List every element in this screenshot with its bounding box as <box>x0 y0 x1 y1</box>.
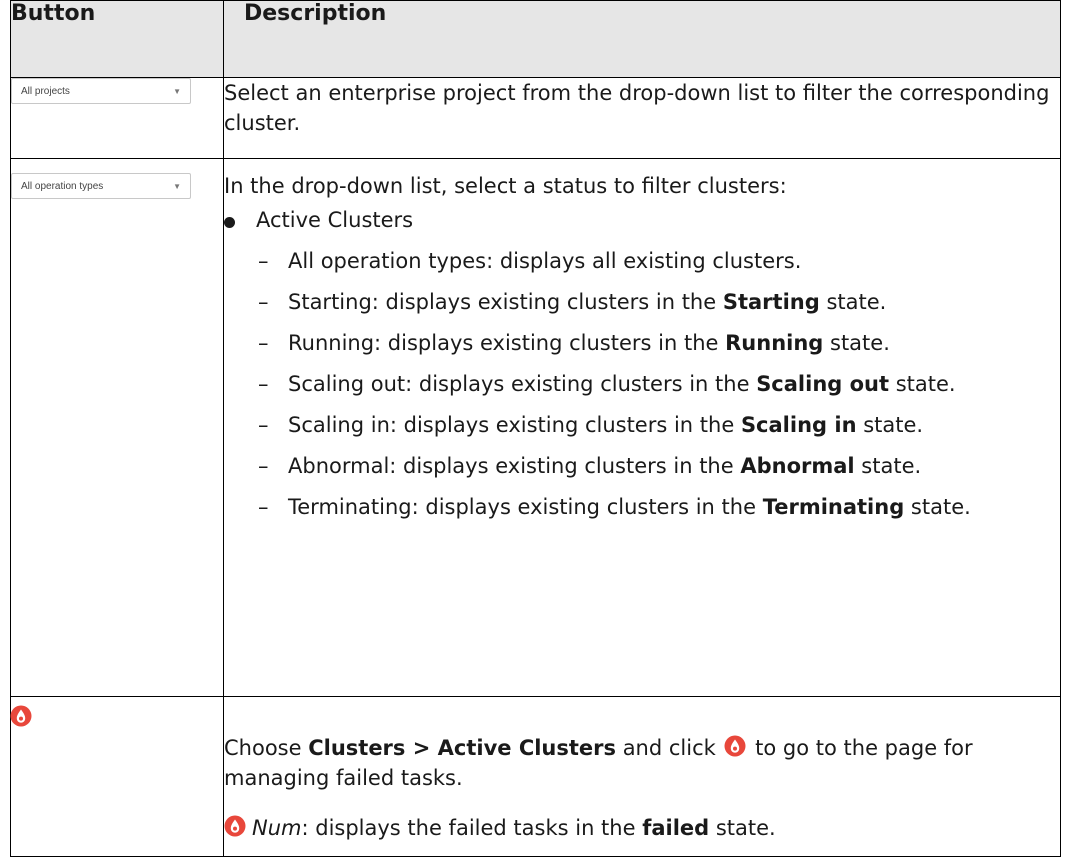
chevron-down-icon: ▼ <box>173 86 181 96</box>
text-segment: Starting: displays existing clusters in … <box>288 290 723 314</box>
description-line-1: Choose Clusters > Active Clusters and cl… <box>224 733 1060 793</box>
status-item: – Starting: displays existing clusters in… <box>256 287 1060 317</box>
dash-marker: – <box>258 331 269 355</box>
text-segment: : displays the failed tasks in the <box>301 816 643 840</box>
group-label: Active Clusters <box>256 208 414 232</box>
text-segment: state. <box>889 372 956 396</box>
status-group-list: Active Clusters – All operation types: di… <box>224 205 1060 522</box>
header-description: Description <box>223 0 1061 78</box>
text-segment: state. <box>904 495 971 519</box>
description-text: Select an enterprise project from the dr… <box>224 81 1050 135</box>
failed-task-icon <box>724 735 746 757</box>
table-row: All projects ▼ Select an enterprise proj… <box>10 77 1061 159</box>
project-filter-value: All projects <box>21 85 70 97</box>
text-segment: state. <box>856 413 924 437</box>
failed-task-icon <box>224 815 246 837</box>
failed-task-icon[interactable] <box>10 705 32 727</box>
text-segment: Scaling in: displays existing clusters i… <box>288 413 741 437</box>
text-segment: Choose <box>224 736 309 760</box>
button-cell: All operation types ▼ <box>10 158 224 697</box>
text-segment: state. <box>854 454 922 478</box>
text-segment: state. <box>819 290 887 314</box>
status-name: Starting <box>722 290 820 314</box>
menu-path: Clusters > Active Clusters <box>308 736 617 760</box>
bullet-icon <box>224 217 235 228</box>
dash-marker: – <box>258 290 269 314</box>
text-segment: state. <box>823 331 890 355</box>
text-segment: Terminating: displays existing clusters … <box>288 495 763 519</box>
text-segment: Scaling out: displays existing clusters … <box>288 372 757 396</box>
button-cell <box>10 696 224 857</box>
operation-type-dropdown[interactable]: All operation types ▼ <box>11 173 191 199</box>
status-item: – Abnormal: displays existing clusters in… <box>256 451 1060 481</box>
table-row: All operation types ▼ In the drop-down l… <box>10 158 1061 697</box>
button-cell: All projects ▼ <box>10 77 224 159</box>
description-line-2: Num: displays the failed tasks in the fa… <box>224 813 1060 843</box>
dash-marker: – <box>258 454 269 478</box>
status-name: Abnormal <box>740 454 855 478</box>
status-item: – Scaling out: displays existing clusters… <box>256 369 1060 399</box>
text-segment: Running: displays existing clusters in t… <box>288 331 726 355</box>
table-header-row: Button Description <box>10 0 1061 78</box>
status-name: Running <box>725 331 824 355</box>
status-item: – Running: displays existing clusters in … <box>256 328 1060 358</box>
dash-marker: – <box>258 249 269 273</box>
num-variable: Num <box>252 816 302 840</box>
description-cell: In the drop-down list, select a status t… <box>223 158 1061 697</box>
button-description-table: Button Description All projects ▼ Select… <box>10 0 1061 857</box>
status-item-list: – All operation types: displays all exist… <box>256 246 1060 522</box>
dash-marker: – <box>258 413 269 437</box>
text-segment: Abnormal: displays existing clusters in … <box>288 454 741 478</box>
dash-marker: – <box>258 372 269 396</box>
description-cell: Select an enterprise project from the dr… <box>223 77 1061 159</box>
status-item: – All operation types: displays all exist… <box>256 246 1060 276</box>
text-segment: All operation types: displays all existi… <box>288 249 802 273</box>
table-row: Choose Clusters > Active Clusters and cl… <box>10 696 1061 857</box>
text-segment: state. <box>709 816 776 840</box>
status-name: Scaling in <box>740 413 857 437</box>
header-button: Button <box>10 0 224 78</box>
chevron-down-icon: ▼ <box>173 181 181 191</box>
failed-state-label: failed <box>642 816 710 840</box>
dash-marker: – <box>258 495 269 519</box>
status-item: – Terminating: displays existing clusters… <box>256 492 1060 522</box>
operation-type-value: All operation types <box>21 180 104 192</box>
status-name: Terminating <box>762 495 905 519</box>
status-name: Scaling out <box>756 372 890 396</box>
list-item: Active Clusters – All operation types: di… <box>224 205 1060 522</box>
text-segment: and click <box>616 736 723 760</box>
project-filter-dropdown[interactable]: All projects ▼ <box>11 78 191 104</box>
description-intro: In the drop-down list, select a status t… <box>224 174 787 198</box>
description-cell: Choose Clusters > Active Clusters and cl… <box>223 696 1061 857</box>
status-item: – Scaling in: displays existing clusters … <box>256 410 1060 440</box>
